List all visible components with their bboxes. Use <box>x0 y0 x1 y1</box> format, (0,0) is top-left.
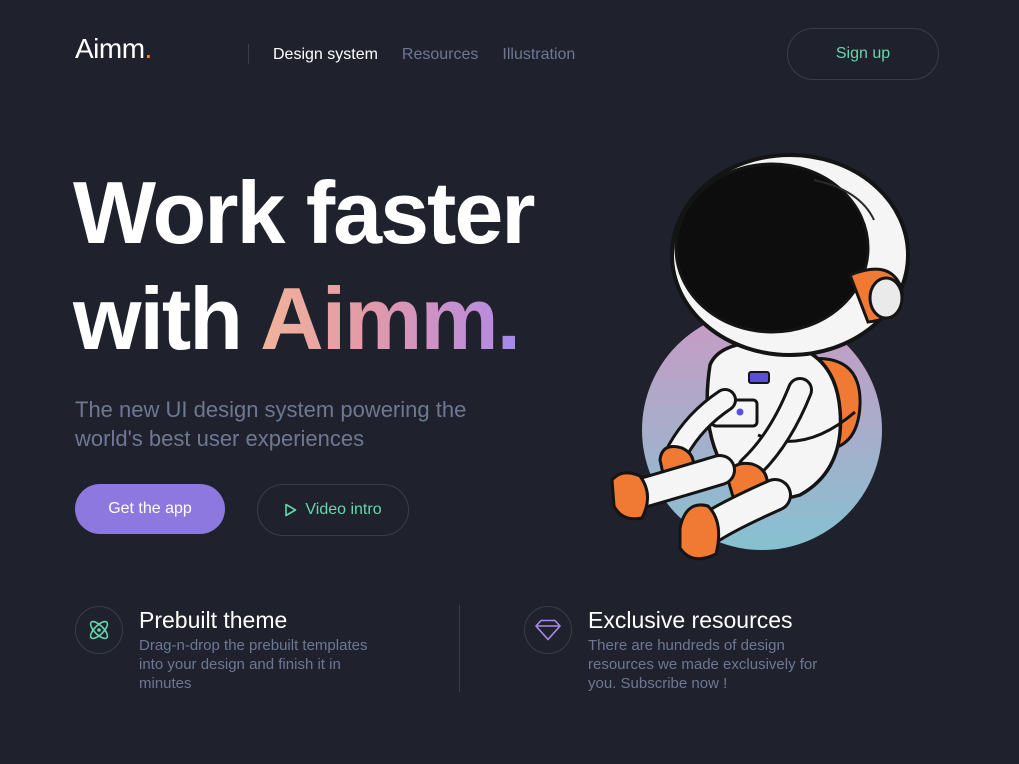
signup-button[interactable]: Sign up <box>787 28 939 80</box>
brand-name: Aimm <box>75 33 145 64</box>
hero-title: Work faster with Aimm. <box>73 160 536 372</box>
brand-logo[interactable]: Aimm. <box>75 33 152 65</box>
brand-dot: . <box>144 33 153 64</box>
astronaut-illustration <box>610 153 910 561</box>
nav-item-design-system[interactable]: Design system <box>273 46 378 64</box>
hero-title-brand: Aimm <box>260 269 498 368</box>
video-intro-button[interactable]: Video intro <box>257 484 409 536</box>
feature-text: Prebuilt theme Drag-n-drop the prebuilt … <box>139 606 389 693</box>
feature-description: Drag-n-drop the prebuilt templates into … <box>139 637 368 692</box>
nav-item-resources[interactable]: Resources <box>402 46 478 64</box>
feature-text: Exclusive resources There are hundreds o… <box>588 606 838 693</box>
video-intro-label: Video intro <box>305 501 382 518</box>
feature-title: Prebuilt theme <box>139 607 288 633</box>
atom-icon <box>75 606 123 654</box>
feature-description: There are hundreds of design resources w… <box>588 637 818 692</box>
main-nav: Design system Resources Illustration <box>273 46 575 64</box>
feature-divider <box>459 605 460 692</box>
play-icon <box>285 503 297 517</box>
hero-title-prefix: with <box>73 269 261 368</box>
nav-item-illustration[interactable]: Illustration <box>502 46 575 64</box>
feature-exclusive-resources: Exclusive resources There are hundreds o… <box>524 606 838 693</box>
hero-subtitle: The new UI design system powering the wo… <box>75 397 467 451</box>
hero-title-dot: . <box>496 269 521 368</box>
get-app-button[interactable]: Get the app <box>75 484 225 534</box>
diamond-icon <box>524 606 572 654</box>
hero-title-line1: Work faster <box>73 163 536 262</box>
nav-divider <box>248 44 249 64</box>
feature-prebuilt-theme: Prebuilt theme Drag-n-drop the prebuilt … <box>75 606 389 693</box>
feature-title: Exclusive resources <box>588 607 793 633</box>
